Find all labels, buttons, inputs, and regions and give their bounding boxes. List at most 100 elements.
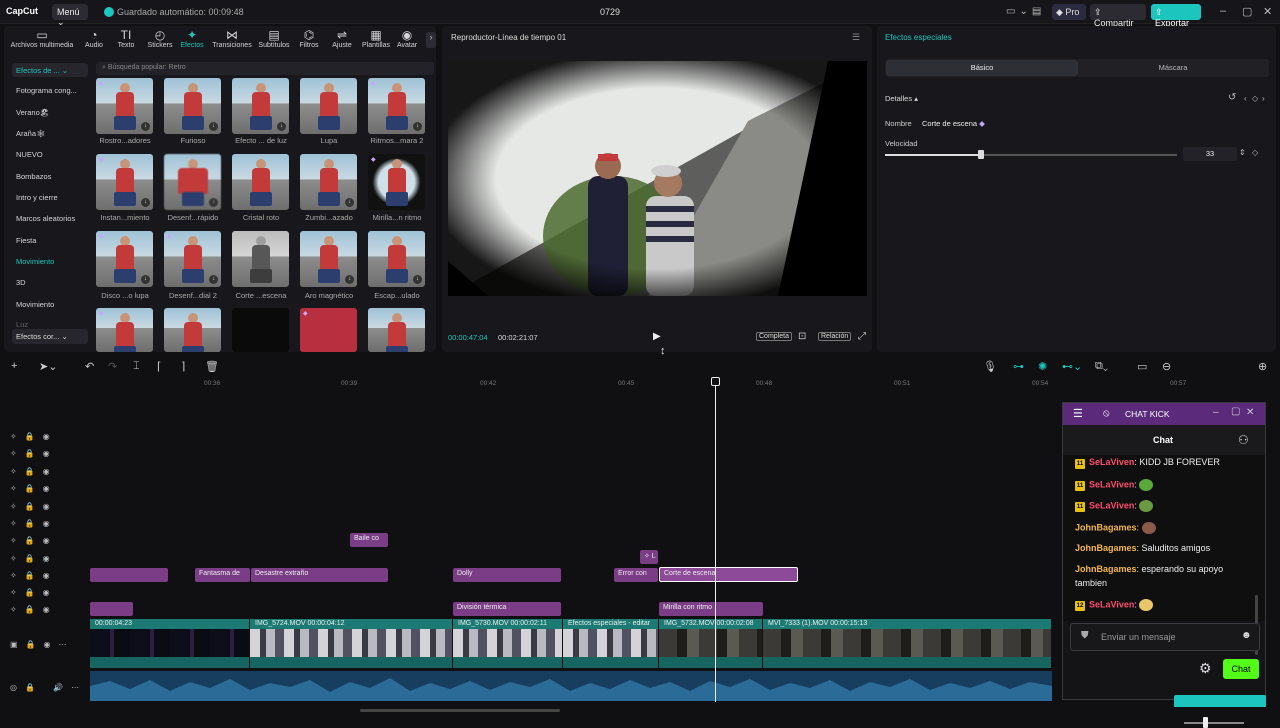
video-clip[interactable]: IMG_5730.MOV 00:00:02:11 (453, 619, 563, 668)
effect-thumb[interactable]: ◆ ↓ (96, 78, 153, 134)
chat-username[interactable]: JohnBagames (1075, 564, 1137, 574)
category-item[interactable]: Bombazos (16, 172, 51, 181)
prev-keyframe-icon[interactable]: ‹ (1244, 94, 1247, 103)
effect-thumb[interactable]: ◆ (300, 308, 357, 352)
close-icon[interactable]: ✕ (1263, 5, 1272, 18)
keyframe-icon[interactable]: ◇ (1252, 148, 1258, 157)
next-keyframe-icon[interactable]: › (1262, 94, 1265, 103)
microphone-icon[interactable]: 🎙 (983, 360, 997, 373)
effect-thumb[interactable]: ◆ ↓ (96, 154, 153, 210)
chat-username[interactable]: SeLaViven (1089, 500, 1134, 510)
share-button[interactable]: ⇪ Compartir (1090, 4, 1146, 28)
category-dropdown[interactable]: Efectos de ... ⌄ (12, 63, 88, 77)
category-item[interactable]: Intro y cierre (16, 193, 58, 202)
effect-thumb[interactable] (300, 78, 357, 134)
link-icon[interactable]: ⊶ (1013, 360, 1024, 373)
tab-basic[interactable]: Básico (886, 60, 1078, 76)
video-clip[interactable]: 00:00:04:23 (90, 619, 250, 668)
full-button[interactable]: Completa (756, 332, 792, 341)
ratio-button[interactable]: Relación (818, 332, 852, 341)
effect-clip[interactable] (90, 602, 133, 616)
tab-transitions[interactable]: ⋈ Transiciones (208, 28, 256, 49)
video-clip[interactable]: Efectos especiales - editar (563, 619, 659, 668)
effect-thumb[interactable]: ↓ (232, 78, 289, 134)
video-clip[interactable]: IMG_5732.MOV 00:00:02:08 (659, 619, 763, 668)
main-track-control[interactable]: ▣🔒◉⋯ (10, 640, 75, 649)
pro-button[interactable]: ◆ Pro (1052, 4, 1086, 20)
playhead-handle[interactable] (711, 377, 720, 386)
category-item[interactable]: 3D (16, 278, 26, 287)
caption-icon[interactable]: ▭ (1137, 360, 1147, 373)
track-control-row[interactable]: ✧🔒◉ (10, 571, 58, 580)
effect-clip[interactable]: ✧ L (640, 550, 658, 564)
zoom-out-icon[interactable]: ⊖ (1162, 360, 1171, 373)
category-item-active[interactable]: Movimiento (16, 257, 54, 266)
speed-slider-handle[interactable] (978, 150, 984, 159)
effect-thumb[interactable] (232, 308, 289, 352)
reset-icon[interactable]: ↺ (1228, 92, 1236, 103)
category-item[interactable]: Movimiento (16, 300, 54, 309)
preview-axis-icon[interactable]: ⧉⌄ (1095, 360, 1108, 373)
hamburger-icon[interactable]: ☰ (1073, 407, 1083, 420)
effect-clip[interactable]: Dolly (453, 568, 561, 582)
chat-message-input[interactable]: ⛊ Enviar un mensaje ☻ (1070, 623, 1260, 651)
search-input[interactable]: ⌕ Búsqueda popular: Retro (96, 62, 434, 75)
category-item[interactable]: Marcos aleatorios (16, 214, 75, 223)
minimize-icon[interactable]: – (1220, 5, 1226, 17)
chat-username[interactable]: SeLaViven (1089, 457, 1134, 467)
track-control-row[interactable]: ✧🔒◉ (10, 484, 58, 493)
track-control-row[interactable]: ✧🔒◉ (10, 432, 58, 441)
redo-icon[interactable]: ↷ (108, 360, 117, 373)
track-control-row[interactable]: ✧🔒◉ (10, 467, 58, 476)
effect-thumb[interactable]: ◆ (96, 308, 153, 352)
tab-media[interactable]: ▭ Archivos multimedia (7, 28, 77, 49)
track-control-row[interactable]: ✧🔒◉ (10, 554, 58, 563)
effect-thumb[interactable]: ↓ (164, 78, 221, 134)
effect-thumb[interactable]: ◆ ↓ (164, 231, 221, 287)
effect-thumb[interactable] (368, 308, 425, 352)
category-dropdown-bottom[interactable]: Efectos cor... ⌄ (12, 329, 88, 344)
effect-thumb[interactable] (232, 231, 289, 287)
select-tool-icon[interactable]: ➤⌄ (39, 360, 57, 373)
fullscreen-icon[interactable]: ⤢ (858, 331, 866, 342)
minimize-icon[interactable]: – (1213, 407, 1219, 418)
category-item[interactable]: Araña🕸 (16, 129, 46, 138)
emoji-icon[interactable]: ☻ (1241, 630, 1252, 641)
keyframe-icon[interactable]: ◇ (1252, 94, 1258, 103)
effect-thumb[interactable]: ◆ ↓ (368, 78, 425, 134)
audio-track[interactable] (90, 671, 1052, 701)
export-button[interactable]: ⇧ Exportar (1151, 4, 1201, 28)
effect-clip[interactable]: Mirilla con ritmo (659, 602, 763, 616)
audio-track-control[interactable]: ◎🔒 🔊⋯ (10, 683, 87, 692)
category-item[interactable]: Verano🏖 (16, 108, 49, 117)
chat-username[interactable]: SeLaViven (1089, 479, 1134, 489)
video-clip[interactable]: MVI_7333 (1).MOV 00:00:15:13 (763, 619, 1052, 668)
stepper-icon[interactable]: ⇕ (1239, 148, 1246, 157)
timeline-ruler[interactable]: 00:36 00:39 00:42 00:45 00:48 00:51 00:5… (90, 378, 1280, 392)
effect-thumb[interactable]: ◆ ↓ (96, 231, 153, 287)
snapshot-icon[interactable]: ⊡ (798, 331, 806, 342)
zoom-in-icon[interactable]: ⊕ (1258, 360, 1267, 373)
trim-left-icon[interactable]: ⌈ (157, 360, 161, 373)
effect-clip[interactable]: División térmica (453, 602, 561, 616)
trim-right-icon[interactable]: ⌉ (181, 360, 185, 373)
maximize-icon[interactable]: ▢ (1231, 406, 1240, 417)
track-control-row[interactable]: ✧🔒◉ (10, 536, 58, 545)
speed-input[interactable]: 33 (1183, 147, 1237, 161)
category-item[interactable]: Fotograma cong... (16, 86, 77, 95)
effect-thumb[interactable]: ↓ (300, 231, 357, 287)
menu-icon[interactable]: ☰ (852, 32, 860, 43)
close-icon[interactable]: ✕ (1246, 407, 1254, 418)
effect-thumb[interactable]: ◆ (368, 154, 425, 210)
video-clip[interactable]: IMG_5724.MOV 00:00:04:12 (250, 619, 453, 668)
maximize-icon[interactable]: ▢ (1242, 5, 1252, 18)
effect-thumb[interactable]: ↓ (300, 154, 357, 210)
chat-username[interactable]: JohnBagames (1075, 543, 1137, 553)
category-item[interactable]: Luz (16, 320, 28, 329)
category-item[interactable]: NUEVO (16, 150, 43, 159)
chat-username[interactable]: SeLaViven (1089, 599, 1134, 609)
track-control-row[interactable]: ✧🔒◉ (10, 502, 58, 511)
track-control-row[interactable]: ✧🔒◉ (10, 449, 58, 458)
chat-send-button[interactable]: Chat (1223, 659, 1259, 679)
effect-clip[interactable]: Error con (614, 568, 658, 582)
